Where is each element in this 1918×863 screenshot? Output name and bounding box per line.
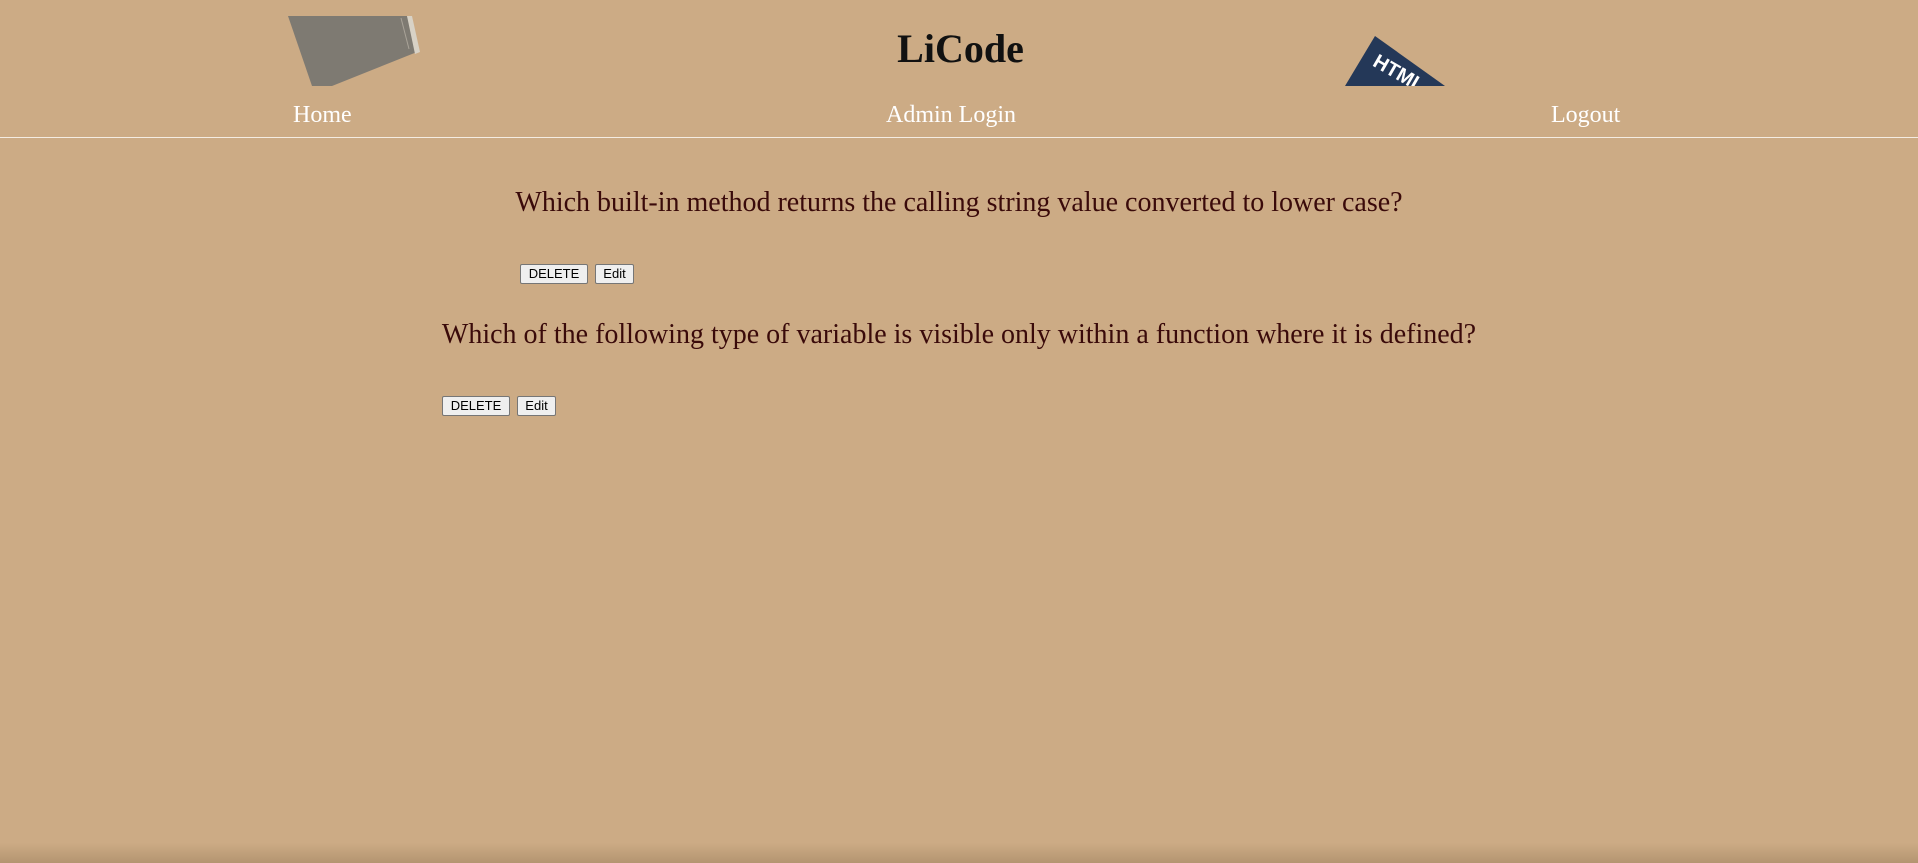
site-title: LiCode [897,26,1024,71]
question-text: Which of the following type of variable … [441,319,1477,350]
bottom-shadow [0,843,1918,863]
delete-question-button[interactable]: DELETE [442,396,510,416]
header-divider [0,137,1918,138]
site-header: LiCode HTML Home Admin Login Logout [0,0,1918,138]
nav-logout-link[interactable]: Logout [1551,98,1620,132]
edit-question-button[interactable]: Edit [595,264,634,284]
html-book-logo: HTML [1345,36,1445,86]
nav-admin-login-link[interactable]: Admin Login [886,98,1016,132]
nav-home-link[interactable]: Home [293,98,352,132]
question-text: Which built-in method returns the callin… [515,187,1403,218]
delete-question-button[interactable]: DELETE [520,264,588,284]
edit-question-button[interactable]: Edit [517,396,556,416]
